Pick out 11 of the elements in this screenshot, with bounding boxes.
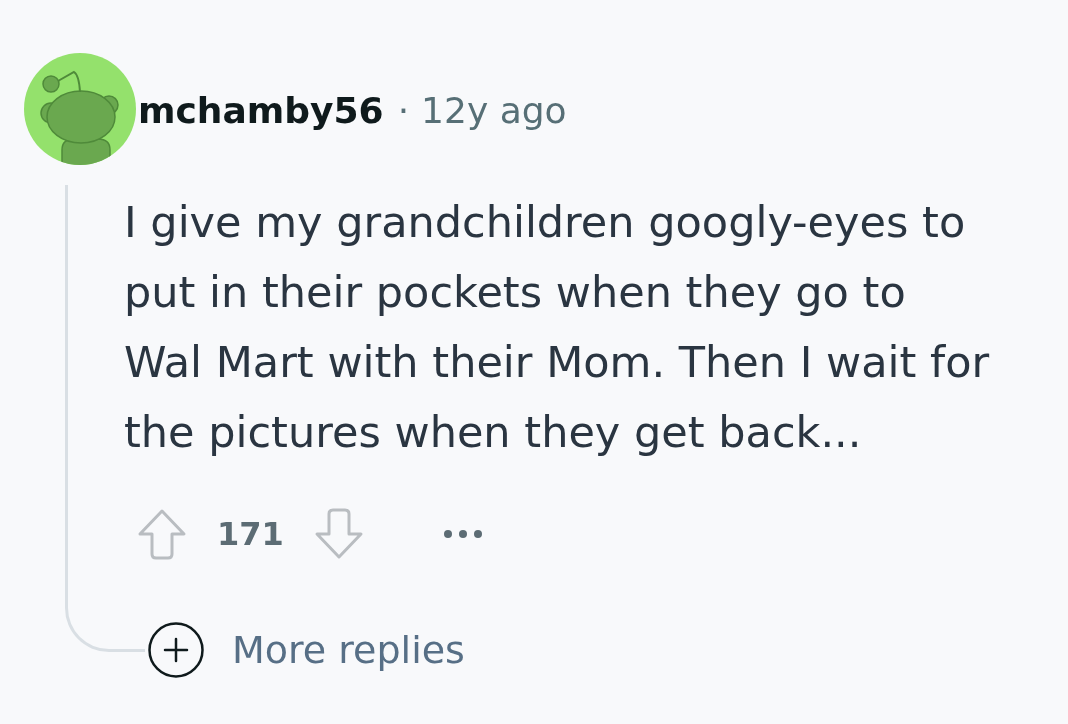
timestamp: 12y ago [421,89,567,133]
comment-text: I give my grandchildren googly-eyes to put in their pockets when they go to Wal Mart with their Mom. Then I wait for the pictures when they get back... [124,196,991,459]
separator-dot: · [397,89,410,133]
username[interactable]: mchamby56 [138,80,384,138]
plus-circle-icon [148,622,204,678]
more-icon [442,529,483,539]
more-replies-button[interactable]: More replies [148,622,465,678]
vote-count: 171 [217,514,284,555]
upvote-icon [137,508,187,560]
downvote-icon [313,508,364,560]
avatar-icon [24,53,136,165]
